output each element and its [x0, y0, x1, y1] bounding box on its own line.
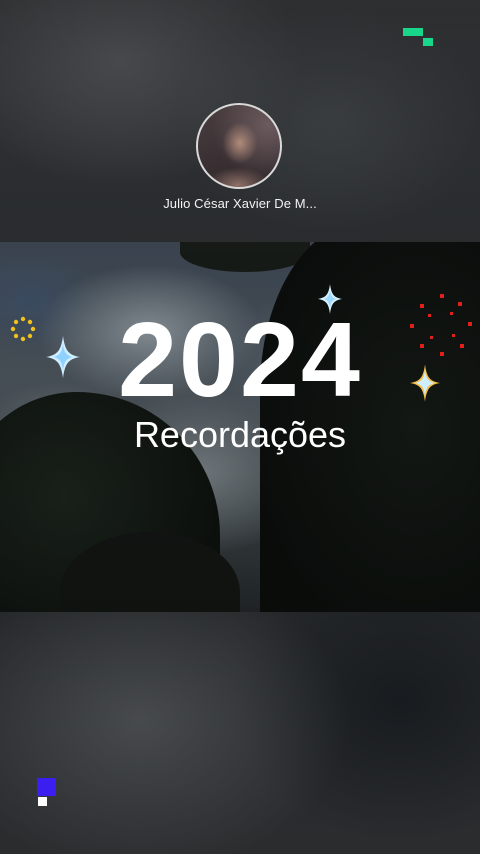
firework-icon [410, 294, 472, 356]
firework-icon [10, 316, 36, 342]
sparkle-icon [318, 284, 342, 314]
sparkle-icon [46, 336, 80, 378]
brand-pixel-logo-icon [403, 28, 433, 48]
video-subtitle: Recordações [133, 414, 347, 455]
sparkle-icon [410, 364, 440, 402]
story-viewer[interactable]: Julio César Xavier De M... 2024 Recordaç… [0, 0, 480, 854]
profile-name[interactable]: Julio César Xavier De M... [0, 196, 480, 211]
brand-pixel-logo-icon [37, 778, 57, 808]
avatar[interactable] [196, 103, 282, 189]
